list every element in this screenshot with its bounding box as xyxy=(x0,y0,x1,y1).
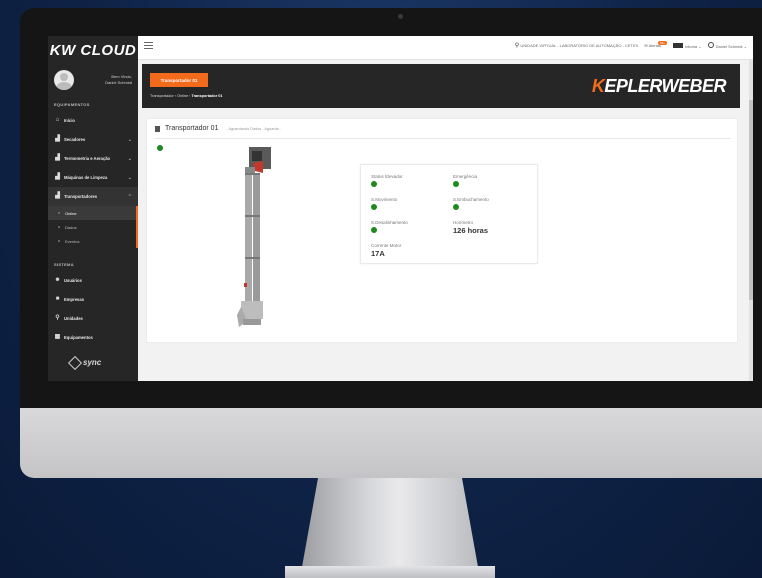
sidebar-item-transportadores[interactable]: ▟ Transportadores ⌃ xyxy=(48,187,138,206)
ksync-logo: sync xyxy=(67,355,101,371)
document-icon xyxy=(155,125,160,132)
status-panel: Status Elevador Emergência S.Movimento S… xyxy=(360,164,538,264)
transportadores-submenu: Online Dados Eventos xyxy=(48,206,138,248)
user-menu[interactable]: Daniel Schmidt ⌄ xyxy=(707,42,747,49)
connection-status-dot xyxy=(157,145,163,151)
users-icon: ☻ xyxy=(54,277,61,283)
location-pin-icon: ⚲ xyxy=(514,43,520,49)
menu-toggle-icon[interactable] xyxy=(144,42,153,49)
status-dot xyxy=(453,181,459,187)
avatar[interactable] xyxy=(54,70,74,90)
building-icon: ■ xyxy=(55,296,60,302)
sidebar-subitem-online[interactable]: Online xyxy=(48,206,136,220)
section-equipamentos: EQUIPAMENTOS xyxy=(54,102,90,107)
card-title: Transportador 01 xyxy=(165,125,219,132)
sidebar-item-usuarios[interactable]: ☻ Usuários xyxy=(48,271,138,290)
monitor-stand-base xyxy=(285,566,495,578)
status-dot xyxy=(453,204,459,210)
equipment-icon: ▟ xyxy=(55,174,60,180)
card-subtitle: - Aguardando Dados - Aguarde... xyxy=(226,126,282,131)
field-s-movimento: S.Movimento xyxy=(371,197,397,210)
alerts-badge: 99+ xyxy=(658,41,668,45)
sidebar-item-unidades[interactable]: ⚲ Unidades xyxy=(48,309,138,328)
breadcrumb: Transportador › Online › Transportador 0… xyxy=(150,94,223,98)
status-dot xyxy=(371,204,377,210)
equipment-icon: ▟ xyxy=(55,193,60,199)
sidebar-item-termometria[interactable]: ▟ Termometria e Aeração ⌄ xyxy=(48,149,138,168)
chevron-down-icon: ⌄ xyxy=(127,136,132,143)
flags-icon xyxy=(673,42,684,48)
sidebar-item-equipamentos[interactable]: ▦ Equipamentos xyxy=(48,328,138,347)
field-corrente-motor: Corrente Motor 17A xyxy=(371,243,402,258)
chevron-down-icon: ⌄ xyxy=(127,174,132,181)
equipment-card: Transportador 01 - Aguardando Dados - Ag… xyxy=(146,118,738,343)
section-sistema: SISTEMA xyxy=(54,262,74,267)
monitor-chin xyxy=(20,408,762,478)
sidebar-item-maquinas-limpeza[interactable]: ▟ Máquinas de Limpeza ⌄ xyxy=(48,168,138,187)
equipment-list-icon: ▦ xyxy=(54,334,61,340)
field-horimetro: Horímetro 126 horas xyxy=(453,220,489,235)
location-pin-icon: ⚲ xyxy=(55,315,60,321)
page-banner: Transportador 01 Transportador › Online … xyxy=(142,64,740,108)
breadcrumb-item[interactable]: Transportador xyxy=(150,94,174,98)
status-dot xyxy=(371,227,377,233)
user-panel: Bem Vindo, Daniel Schmidt xyxy=(48,64,138,96)
camera xyxy=(398,14,403,19)
equipment-icon: ▟ xyxy=(55,155,60,161)
sidebar-item-secadores[interactable]: ▟ Secadores ⌄ xyxy=(48,130,138,149)
breadcrumb-current: Transportador 01 xyxy=(191,94,223,98)
scrollbar[interactable] xyxy=(749,60,753,381)
field-s-desalinhamento: S.Desalinhamento xyxy=(371,220,408,233)
monitor-stand xyxy=(300,478,480,578)
unit-selector[interactable]: ⚲ UNIDADE VIRTUAL - LABORATORIO DE AUTOM… xyxy=(515,42,639,49)
equipment-button[interactable]: Transportador 01 xyxy=(150,73,208,87)
scrollbar-thumb[interactable] xyxy=(749,100,753,300)
brand-logo[interactable]: KW CLOUD xyxy=(48,36,138,64)
user-name: Daniel Schmidt xyxy=(105,80,132,85)
ksync-icon xyxy=(67,355,83,371)
screen: KW CLOUD Bem Vindo, Daniel Schmidt EQUIP… xyxy=(48,36,753,381)
bucket-elevator-image xyxy=(237,147,271,327)
breadcrumb-item[interactable]: Online xyxy=(177,94,188,98)
status-dot xyxy=(371,181,377,187)
field-s-embuchamento: S.Embuchamento xyxy=(453,197,489,210)
sidebar-item-inicio[interactable]: ⌂ Início xyxy=(48,111,138,130)
equipment-icon: ▟ xyxy=(55,136,60,142)
alerts-button[interactable]: ✉ Alertas99+ xyxy=(644,41,668,48)
sidebar-subitem-eventos[interactable]: Eventos xyxy=(48,234,136,248)
kepler-weber-logo: KEPLERWEBER xyxy=(591,76,727,96)
chevron-down-icon: ⌄ xyxy=(127,155,132,162)
user-icon xyxy=(707,42,714,48)
sidebar: KW CLOUD Bem Vindo, Daniel Schmidt EQUIP… xyxy=(48,36,138,381)
sidebar-subitem-dados[interactable]: Dados xyxy=(48,220,136,234)
sidebar-item-empresas[interactable]: ■ Empresas xyxy=(48,290,138,309)
field-emergencia: Emergência xyxy=(453,174,477,187)
language-selector[interactable]: Idioma ⌄ xyxy=(673,42,702,49)
field-status-elevador: Status Elevador xyxy=(371,174,403,187)
home-icon: ⌂ xyxy=(55,117,60,123)
topbar: ⚲ UNIDADE VIRTUAL - LABORATORIO DE AUTOM… xyxy=(138,36,753,60)
chevron-up-icon: ⌃ xyxy=(127,193,132,200)
